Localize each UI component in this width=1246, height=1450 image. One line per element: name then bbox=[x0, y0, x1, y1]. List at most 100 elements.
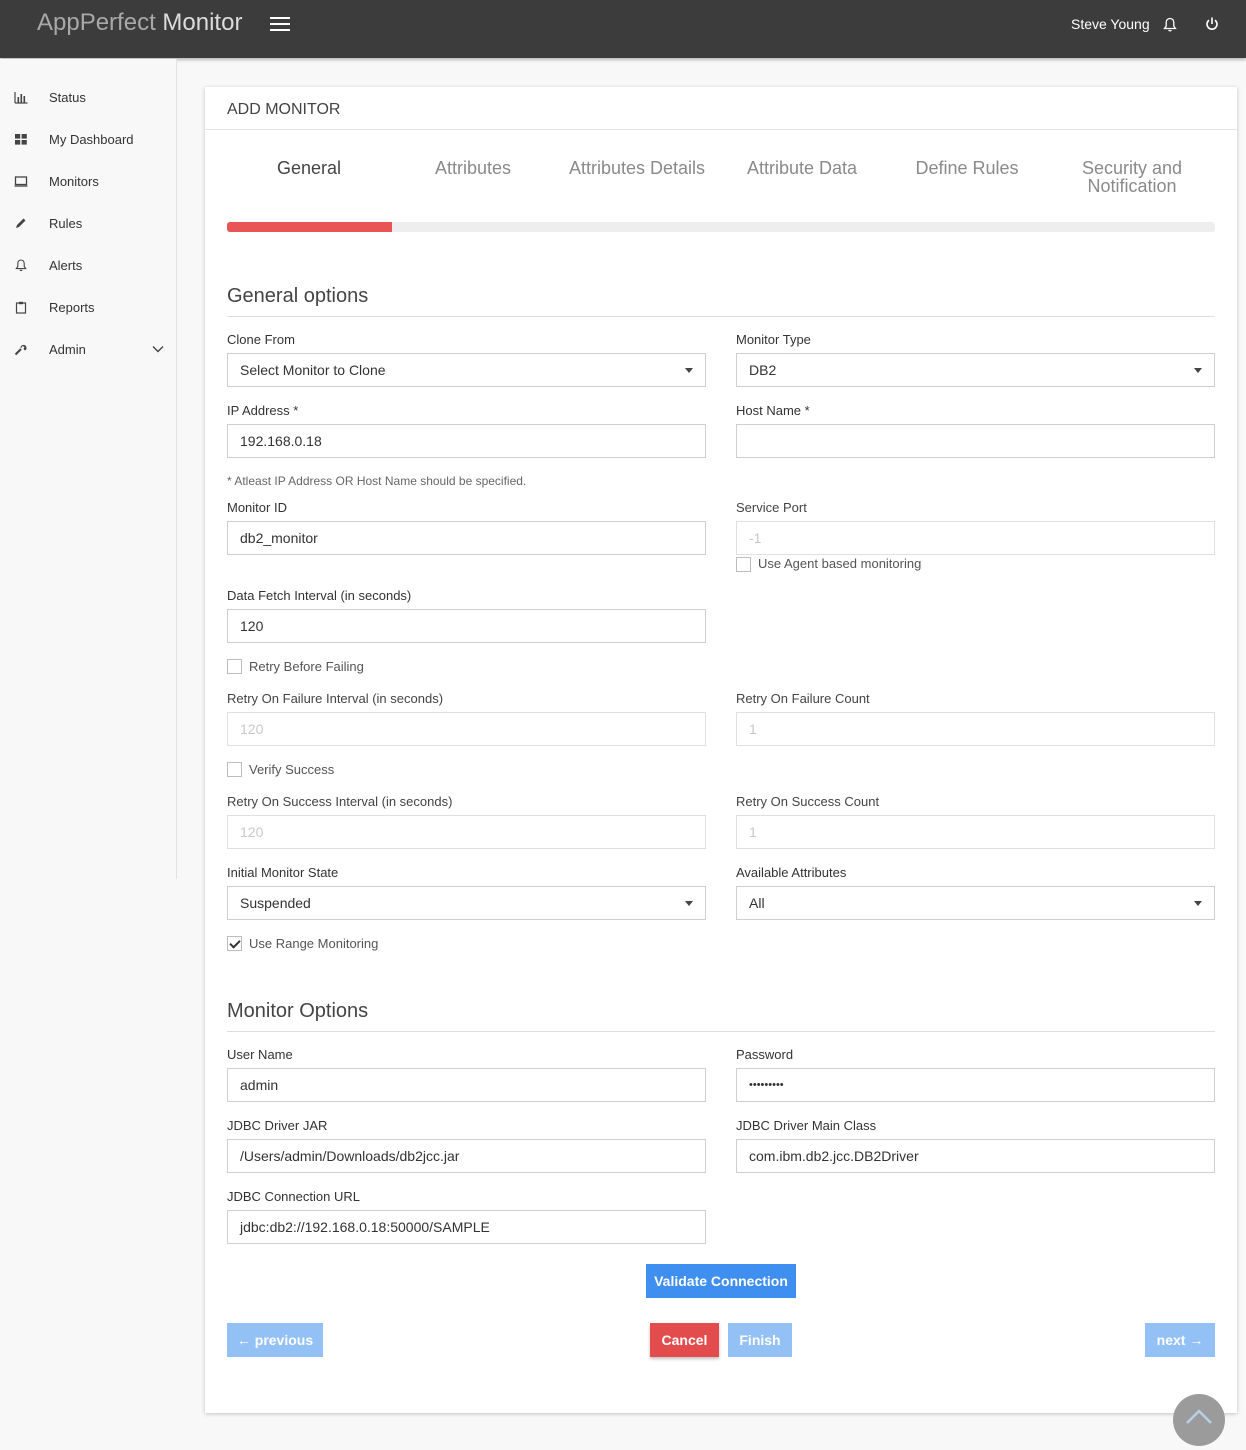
ip-address-input[interactable]: 192.168.0.18 bbox=[227, 424, 706, 458]
finish-button[interactable]: Finish bbox=[728, 1323, 792, 1357]
service-port-input[interactable]: -1 bbox=[736, 521, 1215, 555]
caret-down-icon bbox=[1194, 901, 1202, 906]
logo-product: Monitor bbox=[162, 9, 243, 36]
range-monitoring-checkbox[interactable] bbox=[227, 936, 242, 951]
top-navbar: AppPerfect Monitor Steve Young bbox=[0, 0, 1246, 58]
agent-based-label: Use Agent based monitoring bbox=[758, 556, 922, 571]
password-input[interactable]: ••••••••• bbox=[736, 1068, 1215, 1102]
retry-before-failing-checkbox[interactable] bbox=[227, 659, 242, 674]
retry-success-count-label: Retry On Success Count bbox=[736, 794, 880, 809]
retry-failure-count-label: Retry On Failure Count bbox=[736, 691, 870, 706]
app-logo[interactable]: AppPerfect Monitor bbox=[37, 9, 242, 37]
clipboard-icon bbox=[15, 301, 27, 314]
section-divider bbox=[227, 1031, 1215, 1032]
wizard-step-general[interactable]: General bbox=[227, 159, 391, 177]
retry-success-count-input[interactable]: 1 bbox=[736, 815, 1215, 849]
caret-down-icon bbox=[685, 901, 693, 906]
wizard-step-attributes-details[interactable]: Attributes Details bbox=[555, 159, 719, 177]
notifications-bell-icon[interactable] bbox=[1163, 17, 1177, 33]
address-hint-text: * Atleast IP Address OR Host Name should… bbox=[227, 474, 527, 488]
wizard-step-attribute-data[interactable]: Attribute Data bbox=[720, 159, 884, 177]
sidebar-item-label: My Dashboard bbox=[49, 132, 134, 147]
monitor-type-value: DB2 bbox=[749, 362, 777, 378]
agent-based-checkbox[interactable] bbox=[736, 557, 751, 572]
available-attributes-select[interactable]: All bbox=[736, 886, 1215, 920]
jdbc-url-input[interactable]: jdbc:db2://192.168.0.18:50000/SAMPLE bbox=[227, 1210, 706, 1244]
sidebar-item-label: Reports bbox=[49, 300, 95, 315]
sidebar: Status My Dashboard Monitors Rules Alert… bbox=[0, 59, 177, 879]
sidebar-item-reports[interactable]: Reports bbox=[0, 293, 176, 323]
user-name[interactable]: Steve Young bbox=[1071, 16, 1150, 32]
bar-chart-icon bbox=[14, 92, 28, 104]
chevron-up-icon bbox=[1186, 1409, 1212, 1424]
jdbc-url-label: JDBC Connection URL bbox=[227, 1189, 360, 1204]
retry-failure-count-input[interactable]: 1 bbox=[736, 712, 1215, 746]
sidebar-item-label: Alerts bbox=[49, 258, 83, 273]
logo-brand: AppPerfect bbox=[37, 9, 156, 36]
user-name-input[interactable]: admin bbox=[227, 1068, 706, 1102]
previous-button[interactable]: ← previous bbox=[227, 1323, 323, 1357]
monitor-icon bbox=[14, 176, 28, 187]
caret-down-icon bbox=[1194, 368, 1202, 373]
sidebar-item-alerts[interactable]: Alerts bbox=[0, 251, 176, 281]
wizard-step-define-rules[interactable]: Define Rules bbox=[885, 159, 1049, 177]
retry-before-failing-label: Retry Before Failing bbox=[249, 659, 364, 674]
monitor-type-label: Monitor Type bbox=[736, 332, 811, 347]
retry-success-interval-input[interactable]: 120 bbox=[227, 815, 706, 849]
menu-toggle-icon[interactable] bbox=[270, 15, 290, 33]
clone-from-value: Select Monitor to Clone bbox=[240, 362, 386, 378]
sidebar-item-label: Status bbox=[49, 90, 86, 105]
validate-connection-button[interactable]: Validate Connection bbox=[646, 1264, 796, 1298]
card-header-divider bbox=[205, 129, 1237, 130]
scroll-to-top-button[interactable] bbox=[1173, 1394, 1225, 1446]
wizard-step-attributes[interactable]: Attributes bbox=[391, 159, 555, 177]
initial-state-value: Suspended bbox=[240, 895, 311, 911]
host-name-label: Host Name * bbox=[736, 403, 810, 418]
monitor-id-input[interactable]: db2_monitor bbox=[227, 521, 706, 555]
sidebar-item-my-dashboard[interactable]: My Dashboard bbox=[0, 125, 176, 155]
jdbc-jar-input[interactable]: /Users/admin/Downloads/db2jcc.jar bbox=[227, 1139, 706, 1173]
retry-success-interval-label: Retry On Success Interval (in seconds) bbox=[227, 794, 453, 809]
host-name-input[interactable] bbox=[736, 424, 1215, 458]
sidebar-item-status[interactable]: Status bbox=[0, 83, 176, 113]
chevron-down-icon[interactable] bbox=[152, 345, 164, 353]
wrench-icon bbox=[14, 344, 27, 356]
monitor-id-label: Monitor ID bbox=[227, 500, 287, 515]
cancel-button[interactable]: Cancel bbox=[650, 1323, 719, 1357]
logout-power-icon[interactable] bbox=[1205, 16, 1219, 32]
range-monitoring-label: Use Range Monitoring bbox=[249, 936, 379, 951]
service-port-label: Service Port bbox=[736, 500, 807, 515]
monitor-type-select[interactable]: DB2 bbox=[736, 353, 1215, 387]
clone-from-select[interactable]: Select Monitor to Clone bbox=[227, 353, 706, 387]
sidebar-item-label: Monitors bbox=[49, 174, 99, 189]
ip-address-label: IP Address * bbox=[227, 403, 299, 418]
pencil-icon bbox=[16, 218, 26, 228]
jdbc-class-input[interactable]: com.ibm.db2.jcc.DB2Driver bbox=[736, 1139, 1215, 1173]
retry-failure-interval-label: Retry On Failure Interval (in seconds) bbox=[227, 691, 444, 706]
card-title: ADD MONITOR bbox=[227, 101, 341, 118]
dashboard-grid-icon bbox=[15, 134, 27, 145]
wizard-step-security-notification[interactable]: Security and Notification bbox=[1050, 159, 1214, 195]
sidebar-item-label: Admin bbox=[49, 342, 86, 357]
password-label: Password bbox=[736, 1047, 794, 1062]
fetch-interval-input[interactable]: 120 bbox=[227, 609, 706, 643]
section-divider bbox=[227, 316, 1215, 317]
retry-failure-interval-input[interactable]: 120 bbox=[227, 712, 706, 746]
verify-success-label: Verify Success bbox=[249, 762, 335, 777]
wizard-progress-bar bbox=[227, 222, 1215, 232]
clone-from-label: Clone From bbox=[227, 332, 295, 347]
caret-down-icon bbox=[685, 368, 693, 373]
jdbc-class-label: JDBC Driver Main Class bbox=[736, 1118, 877, 1133]
sidebar-item-label: Rules bbox=[49, 216, 83, 231]
sidebar-item-monitors[interactable]: Monitors bbox=[0, 167, 176, 197]
add-monitor-card: ADD MONITOR General Attributes Attribute… bbox=[205, 87, 1237, 1413]
initial-state-label: Initial Monitor State bbox=[227, 865, 339, 880]
verify-success-checkbox[interactable] bbox=[227, 762, 242, 777]
initial-state-select[interactable]: Suspended bbox=[227, 886, 706, 920]
fetch-interval-label: Data Fetch Interval (in seconds) bbox=[227, 588, 412, 603]
user-name-label: User Name bbox=[227, 1047, 293, 1062]
jdbc-jar-label: JDBC Driver JAR bbox=[227, 1118, 328, 1133]
next-button[interactable]: next → bbox=[1145, 1323, 1215, 1357]
sidebar-item-rules[interactable]: Rules bbox=[0, 209, 176, 239]
sidebar-item-admin[interactable]: Admin bbox=[0, 335, 176, 365]
